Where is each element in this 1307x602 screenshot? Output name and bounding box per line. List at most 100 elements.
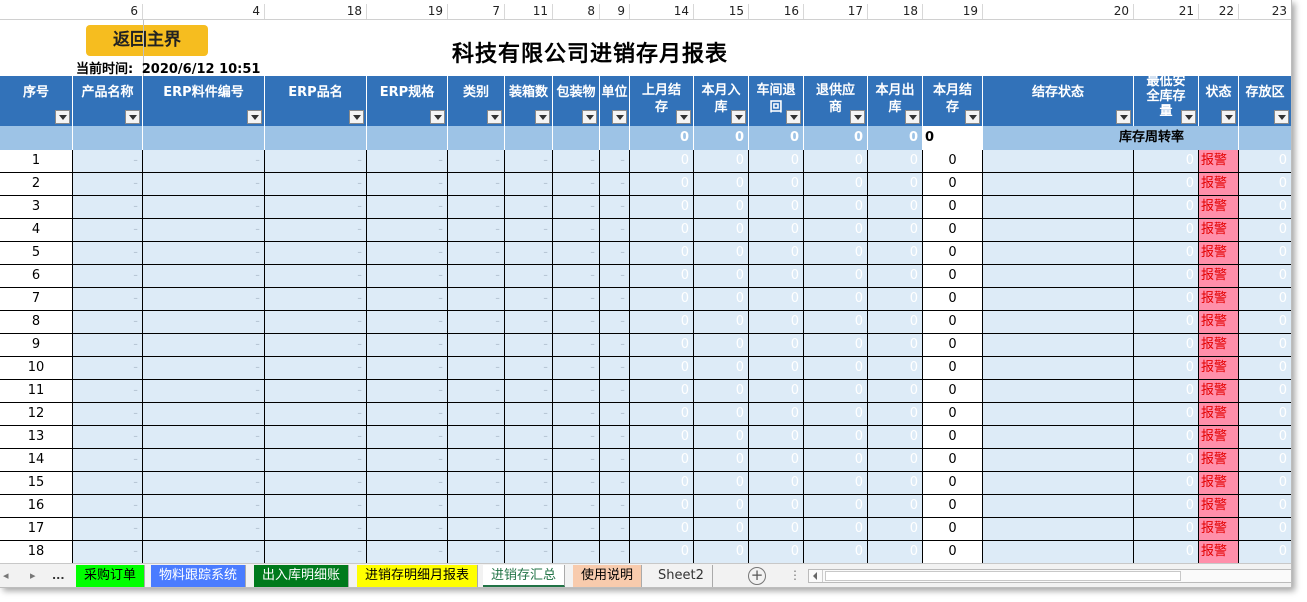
table-cell[interactable]: 0 (749, 288, 804, 311)
table-cell[interactable]: - (448, 173, 505, 196)
alarm-status[interactable]: 报警 (1199, 357, 1239, 380)
table-cell[interactable]: - (553, 449, 600, 472)
table-cell[interactable]: 0 (1239, 196, 1291, 219)
table-cell[interactable]: - (367, 495, 448, 518)
table-cell[interactable]: - (265, 196, 367, 219)
table-cell[interactable]: 0 (1239, 288, 1291, 311)
table-cell[interactable]: 0 (804, 242, 868, 265)
table-cell[interactable]: - (448, 472, 505, 495)
table-cell[interactable]: - (367, 265, 448, 288)
table-cell[interactable]: 0 (630, 265, 694, 288)
alarm-status[interactable]: 报警 (1199, 403, 1239, 426)
table-cell[interactable]: 0 (1134, 311, 1199, 334)
table-cell[interactable]: - (505, 173, 553, 196)
table-cell[interactable]: 0 (868, 518, 923, 541)
table-cell[interactable]: - (448, 426, 505, 449)
table-cell[interactable]: - (448, 449, 505, 472)
table-cell[interactable]: - (73, 311, 143, 334)
table-cell[interactable]: - (143, 518, 265, 541)
table-cell[interactable]: 0 (630, 150, 694, 173)
table-cell[interactable]: - (600, 449, 630, 472)
table-cell[interactable]: - (143, 403, 265, 426)
filter-dropdown-icon[interactable] (965, 110, 980, 124)
table-cell[interactable]: - (367, 150, 448, 173)
table-cell[interactable] (983, 541, 1134, 564)
row-number[interactable]: 8 (0, 311, 73, 334)
table-cell[interactable]: 0 (1239, 242, 1291, 265)
table-cell[interactable]: 0 (749, 311, 804, 334)
table-cell[interactable]: - (553, 196, 600, 219)
row-number[interactable]: 12 (0, 403, 73, 426)
alarm-status[interactable]: 报警 (1199, 495, 1239, 518)
table-cell[interactable]: 0 (694, 495, 749, 518)
table-cell[interactable]: - (73, 242, 143, 265)
table-cell[interactable]: 0 (630, 288, 694, 311)
table-cell[interactable]: - (73, 334, 143, 357)
row-number[interactable]: 14 (0, 449, 73, 472)
table-cell[interactable]: 0 (868, 495, 923, 518)
table-cell[interactable]: - (600, 173, 630, 196)
table-cell[interactable]: 0 (868, 449, 923, 472)
table-cell[interactable]: - (505, 495, 553, 518)
table-cell[interactable]: 0 (630, 426, 694, 449)
table-cell[interactable]: - (265, 357, 367, 380)
table-cell[interactable]: - (600, 242, 630, 265)
table-cell[interactable]: - (505, 150, 553, 173)
table-cell[interactable]: 0 (630, 242, 694, 265)
table-cell[interactable]: 0 (1134, 449, 1199, 472)
row-number[interactable]: 17 (0, 518, 73, 541)
table-cell[interactable]: - (367, 357, 448, 380)
table-cell[interactable]: - (553, 495, 600, 518)
table-cell[interactable]: 0 (630, 334, 694, 357)
table-cell[interactable]: - (505, 541, 553, 564)
table-cell[interactable]: - (265, 173, 367, 196)
table-cell[interactable]: - (600, 426, 630, 449)
table-cell[interactable]: - (73, 495, 143, 518)
table-cell[interactable]: 0 (749, 380, 804, 403)
table-cell[interactable]: - (367, 541, 448, 564)
table-cell[interactable]: - (505, 472, 553, 495)
table-cell[interactable]: 0 (1239, 311, 1291, 334)
table-cell[interactable]: 0 (749, 541, 804, 564)
sheet-tab[interactable]: 出入库明细账 (254, 565, 350, 587)
filter-dropdown-icon[interactable] (349, 110, 364, 124)
table-cell[interactable]: - (600, 334, 630, 357)
table-cell[interactable]: 0 (749, 518, 804, 541)
table-cell[interactable] (983, 495, 1134, 518)
balance-cell[interactable]: 0 (923, 288, 983, 311)
table-cell[interactable] (983, 449, 1134, 472)
table-cell[interactable]: - (265, 334, 367, 357)
table-cell[interactable]: 0 (630, 380, 694, 403)
table-cell[interactable]: - (600, 265, 630, 288)
table-cell[interactable]: 0 (694, 242, 749, 265)
table-cell[interactable]: - (553, 288, 600, 311)
table-cell[interactable]: - (505, 288, 553, 311)
table-cell[interactable]: 0 (868, 426, 923, 449)
table-cell[interactable]: - (505, 334, 553, 357)
filter-dropdown-icon[interactable] (731, 110, 746, 124)
table-cell[interactable]: - (448, 242, 505, 265)
table-cell[interactable]: 0 (749, 472, 804, 495)
table-cell[interactable]: - (600, 380, 630, 403)
filter-dropdown-icon[interactable] (1221, 110, 1236, 124)
table-cell[interactable]: 0 (804, 472, 868, 495)
table-cell[interactable]: 0 (804, 196, 868, 219)
alarm-status[interactable]: 报警 (1199, 518, 1239, 541)
table-cell[interactable]: - (600, 196, 630, 219)
filter-dropdown-icon[interactable] (430, 110, 445, 124)
table-cell[interactable]: 0 (804, 357, 868, 380)
table-cell[interactable]: 0 (1134, 403, 1199, 426)
table-cell[interactable]: 0 (868, 403, 923, 426)
table-cell[interactable] (983, 518, 1134, 541)
table-cell[interactable]: - (505, 242, 553, 265)
row-number[interactable]: 5 (0, 242, 73, 265)
row-number[interactable]: 13 (0, 426, 73, 449)
back-to-main-button[interactable]: 返回主界 (86, 25, 208, 56)
table-cell[interactable]: 0 (694, 196, 749, 219)
filter-dropdown-icon[interactable] (582, 110, 597, 124)
alarm-status[interactable]: 报警 (1199, 265, 1239, 288)
balance-cell[interactable]: 0 (923, 541, 983, 564)
table-cell[interactable]: 0 (694, 541, 749, 564)
table-cell[interactable]: 0 (868, 288, 923, 311)
table-cell[interactable]: 0 (804, 265, 868, 288)
